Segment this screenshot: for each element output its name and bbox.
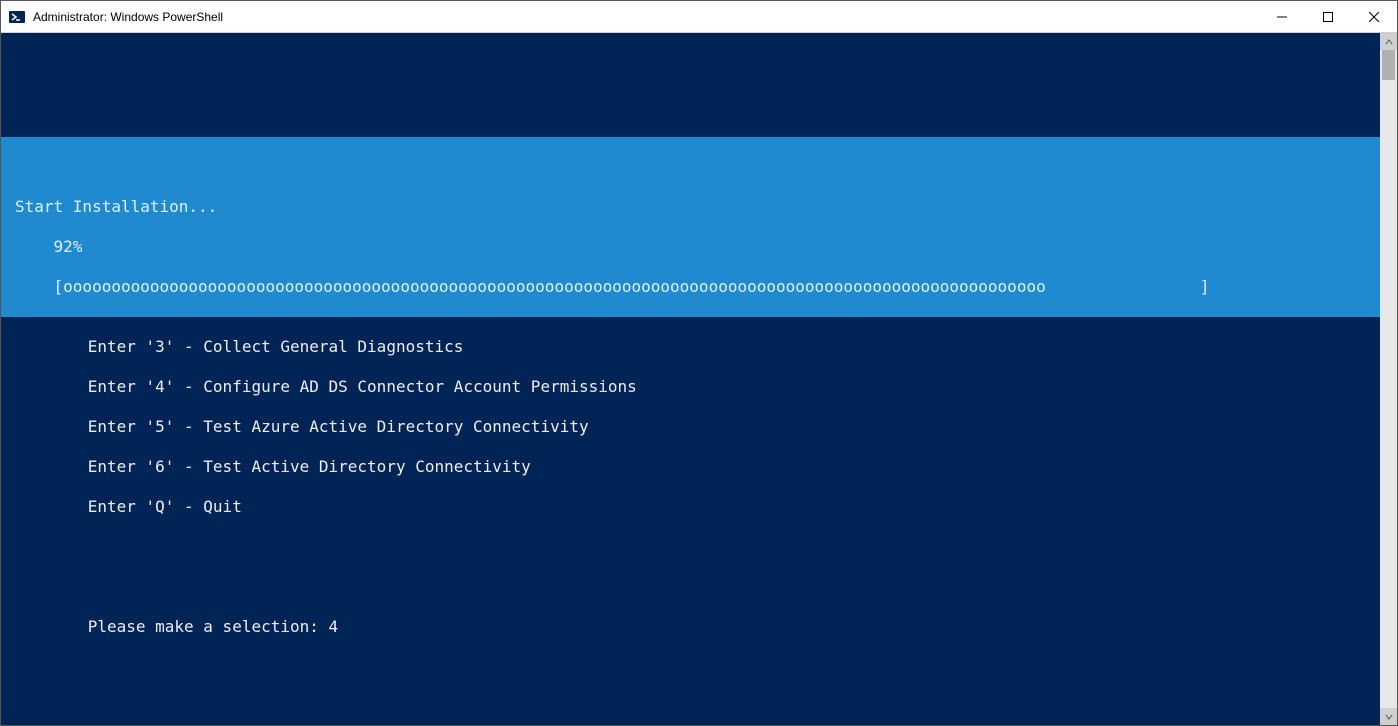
selection-prompt: Please make a selection: 4 bbox=[1, 617, 1380, 637]
chevron-up-icon bbox=[1385, 38, 1393, 46]
progress-block: Start Installation... 92% [ooooooooooooo… bbox=[1, 137, 1380, 317]
menu-item-4: Enter '4' - Configure AD DS Connector Ac… bbox=[1, 377, 1380, 397]
chevron-down-icon bbox=[1385, 713, 1393, 721]
menu-item-6: Enter '6' - Test Active Directory Connec… bbox=[1, 457, 1380, 477]
scroll-up-button[interactable] bbox=[1380, 33, 1397, 50]
progress-bar: [ooooooooooooooooooooooooooooooooooooooo… bbox=[1, 277, 1380, 297]
powershell-icon bbox=[9, 9, 25, 25]
maximize-button[interactable] bbox=[1305, 1, 1351, 32]
console-area: Start Installation... 92% [ooooooooooooo… bbox=[1, 33, 1397, 725]
close-button[interactable] bbox=[1351, 1, 1397, 32]
menu-item-3: Enter '3' - Collect General Diagnostics bbox=[1, 337, 1380, 357]
window-title: Administrator: Windows PowerShell bbox=[33, 10, 1259, 24]
console-output[interactable]: Start Installation... 92% [ooooooooooooo… bbox=[1, 33, 1380, 725]
titlebar: Administrator: Windows PowerShell bbox=[1, 1, 1397, 33]
vertical-scrollbar[interactable] bbox=[1380, 33, 1397, 725]
window-controls bbox=[1259, 1, 1397, 32]
menu-item-5: Enter '5' - Test Azure Active Directory … bbox=[1, 417, 1380, 437]
minimize-icon bbox=[1277, 12, 1287, 22]
scroll-thumb[interactable] bbox=[1382, 50, 1395, 80]
menu-item-q: Enter 'Q' - Quit bbox=[1, 497, 1380, 517]
scroll-down-button[interactable] bbox=[1380, 708, 1397, 725]
maximize-icon bbox=[1323, 12, 1333, 22]
progress-percent: 92% bbox=[1, 237, 1380, 257]
minimize-button[interactable] bbox=[1259, 1, 1305, 32]
close-icon bbox=[1369, 12, 1379, 22]
progress-title: Start Installation... bbox=[1, 197, 1380, 217]
